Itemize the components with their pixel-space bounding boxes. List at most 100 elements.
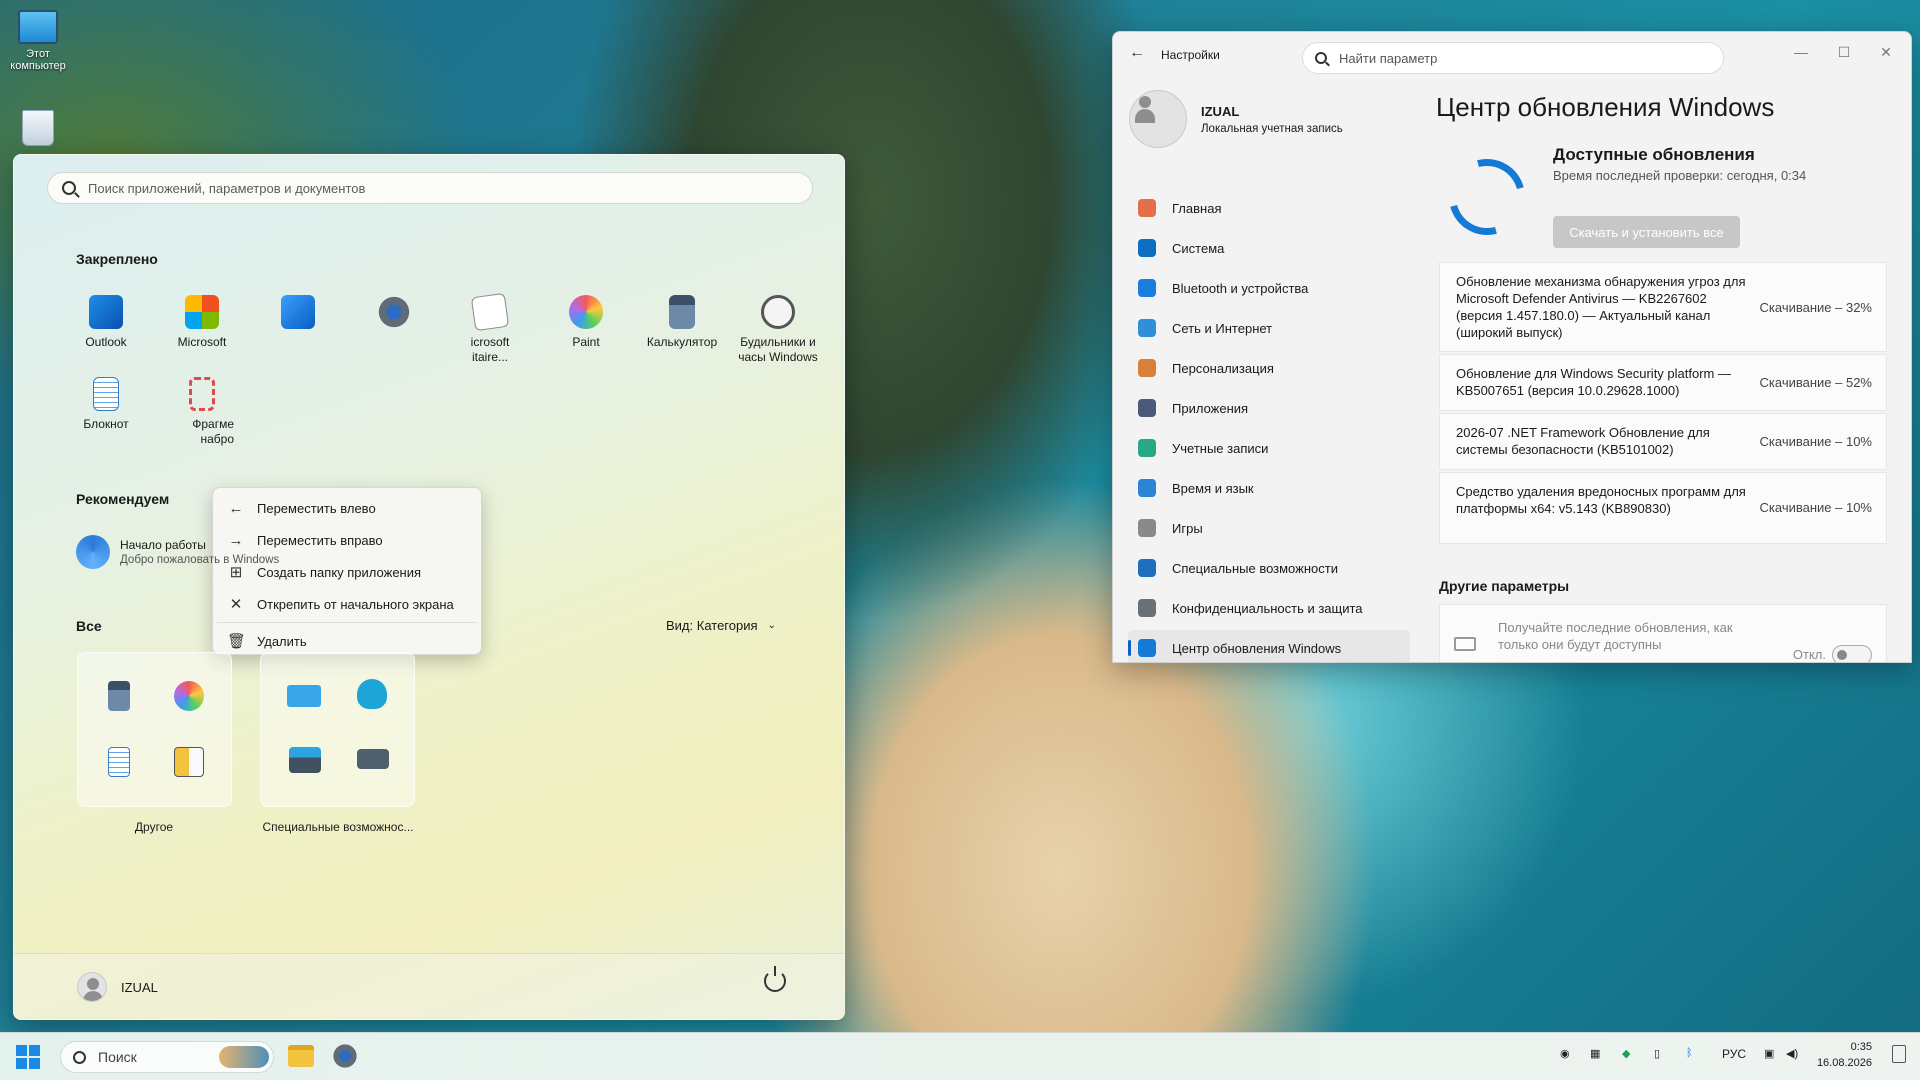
- network-tray-icon[interactable]: ▣: [1764, 1047, 1774, 1060]
- sidebar-item-apps[interactable]: Приложения: [1128, 390, 1410, 426]
- usb-tray-icon[interactable]: ▯: [1654, 1047, 1660, 1060]
- sidebar-item-windows-update[interactable]: Центр обновления Windows: [1128, 630, 1410, 662]
- app-folder-accessibility[interactable]: [260, 652, 415, 807]
- narrator-icon: [357, 679, 387, 709]
- sidebar-item-accounts[interactable]: Учетные записи: [1128, 430, 1410, 466]
- pinned-app-notepad[interactable]: Блокнот: [58, 377, 154, 432]
- app-folder-other-label: Другое: [134, 820, 174, 834]
- settings-search-input[interactable]: Найти параметр: [1302, 42, 1724, 74]
- brush-icon: [1138, 359, 1156, 377]
- settings-user-name: IZUAL: [1201, 104, 1240, 119]
- windows-update-icon: [1138, 639, 1156, 657]
- update-row: Обновление для Windows Security platform…: [1439, 354, 1887, 411]
- minimize-icon[interactable]: —: [1786, 40, 1816, 64]
- back-arrow-icon[interactable]: ←: [1129, 44, 1145, 62]
- pinned-app-calculator[interactable]: Калькулятор: [634, 295, 730, 350]
- pinned-app-settings[interactable]: [346, 295, 442, 335]
- edge-tray-icon[interactable]: ◉: [1560, 1047, 1570, 1060]
- update-status: Скачивание – 10%: [1759, 434, 1872, 449]
- bluetooth-icon: [1138, 279, 1156, 297]
- sidebar-item-wifi[interactable]: Сеть и Интернет: [1128, 310, 1410, 346]
- maximize-icon[interactable]: ☐: [1829, 40, 1859, 64]
- pinned-app-photos[interactable]: [250, 295, 346, 335]
- pinned-app-label: Калькулятор: [646, 335, 718, 349]
- install-all-button[interactable]: Скачать и установить все: [1553, 216, 1740, 248]
- avatar[interactable]: [77, 972, 107, 1002]
- language-indicator[interactable]: РУС: [1722, 1047, 1746, 1061]
- search-icon: [1315, 52, 1327, 64]
- clock[interactable]: 0:35 16.08.2026: [1817, 1039, 1872, 1071]
- sidebar-item-label: Специальные возможности: [1172, 560, 1338, 576]
- search-highlight-image: [219, 1046, 269, 1068]
- sidebar-item-system[interactable]: Система: [1128, 230, 1410, 266]
- pinned-app-outlook[interactable]: Outlook: [58, 295, 154, 350]
- sidebar-item-label: Конфиденциальность и защита: [1172, 600, 1363, 616]
- ctx-unpin[interactable]: ✕ Открепить от начального экрана: [213, 588, 481, 620]
- sidebar-item-label: Главная: [1172, 200, 1222, 216]
- pinned-app-snipping[interactable]: Фрагме набро: [154, 377, 250, 447]
- settings-gear-icon: [377, 295, 411, 329]
- view-category-dropdown[interactable]: Вид: Категория ⌄: [666, 618, 776, 633]
- outlook-icon: [89, 295, 123, 329]
- wifi-icon: [1138, 319, 1156, 337]
- latest-updates-toggle[interactable]: [1832, 645, 1872, 662]
- app-folder-other[interactable]: [77, 652, 232, 807]
- close-icon[interactable]: ✕: [1871, 40, 1901, 64]
- settings-user-subtitle: Локальная учетная запись: [1201, 123, 1343, 135]
- trash-icon: 🗑: [227, 633, 247, 650]
- sidebar-item-brush[interactable]: Персонализация: [1128, 350, 1410, 386]
- on-screen-keyboard-icon: [287, 685, 321, 707]
- store-icon: [185, 295, 219, 329]
- desktop-icon-recycle-bin[interactable]: [6, 110, 70, 150]
- search-icon: [73, 1050, 86, 1064]
- sidebar-item-home[interactable]: Главная: [1128, 190, 1410, 226]
- clock-date: 16.08.2026: [1816, 1057, 1872, 1069]
- latest-updates-card: Получайте последние обновления, как толь…: [1439, 604, 1887, 662]
- pinned-app-alarms[interactable]: Будильники и часы Windows: [730, 295, 826, 365]
- settings-avatar[interactable]: [1129, 90, 1187, 148]
- sidebar-item-label: Учетные записи: [1172, 440, 1269, 456]
- security-tray-icon[interactable]: ◆: [1622, 1047, 1630, 1060]
- start-search-input[interactable]: Поиск приложений, параметров и документо…: [47, 172, 813, 204]
- search-icon: [62, 181, 76, 195]
- character-map-icon: [174, 747, 204, 777]
- desktop-icon-this-pc[interactable]: Этот компьютер: [6, 10, 70, 72]
- all-title: Все: [76, 618, 102, 634]
- notification-icon[interactable]: [1892, 1045, 1906, 1063]
- sidebar-item-time-language[interactable]: Время и язык: [1128, 470, 1410, 506]
- recommended-item-get-started[interactable]: Начало работы Добро пожаловать в Windows: [76, 535, 279, 569]
- app-folder-accessibility-label: Специальные возможнос...: [262, 820, 414, 834]
- taskbar-search-input[interactable]: Поиск: [60, 1041, 274, 1073]
- pinned-app-solitaire[interactable]: icrosoft itaire...: [442, 292, 538, 365]
- calculator-icon: [108, 681, 130, 711]
- pinned-app-store[interactable]: Microsoft: [154, 295, 250, 350]
- solitaire-icon: [470, 292, 510, 332]
- ctx-move-left[interactable]: ← Переместить влево: [213, 492, 481, 524]
- sidebar-item-gaming[interactable]: Игры: [1128, 510, 1410, 546]
- update-row: Средство удаления вредоносных программ д…: [1439, 472, 1887, 544]
- sidebar-item-bluetooth[interactable]: Bluetooth и устройства: [1128, 270, 1410, 306]
- sidebar-item-shield[interactable]: Конфиденциальность и защита: [1128, 590, 1410, 626]
- notepad-icon: [108, 747, 130, 777]
- bluetooth-tray-icon[interactable]: ᛒ: [1686, 1047, 1693, 1059]
- keyboard-tray-icon[interactable]: ▦: [1590, 1047, 1600, 1060]
- start-menu: Поиск приложений, параметров и документо…: [13, 154, 845, 1020]
- pinned-app-label: Блокнот: [83, 417, 129, 431]
- photos-icon: [281, 295, 315, 329]
- chevron-down-icon: ⌄: [767, 620, 776, 631]
- start-user-name[interactable]: IZUAL: [121, 980, 158, 995]
- sidebar-item-accessibility[interactable]: Специальные возможности: [1128, 550, 1410, 586]
- recommended-item-subtitle: Добро пожаловать в Windows: [120, 554, 280, 566]
- unpin-icon: ✕: [229, 596, 243, 613]
- pinned-app-paint[interactable]: Paint: [538, 295, 634, 350]
- start-button[interactable]: [16, 1045, 40, 1069]
- ctx-separator: [217, 622, 477, 623]
- settings-taskbar-icon[interactable]: [332, 1043, 358, 1069]
- volume-tray-icon[interactable]: ◀): [1786, 1047, 1798, 1060]
- context-menu: ← Переместить влево → Переместить вправо ⊞…: [212, 487, 482, 655]
- pinned-app-label: Фрагме набро: [192, 417, 234, 446]
- recommended-title: Рекомендуем: [76, 491, 170, 507]
- file-explorer-icon[interactable]: [288, 1045, 314, 1067]
- power-icon[interactable]: [764, 966, 786, 992]
- sidebar-item-label: Время и язык: [1172, 480, 1254, 496]
